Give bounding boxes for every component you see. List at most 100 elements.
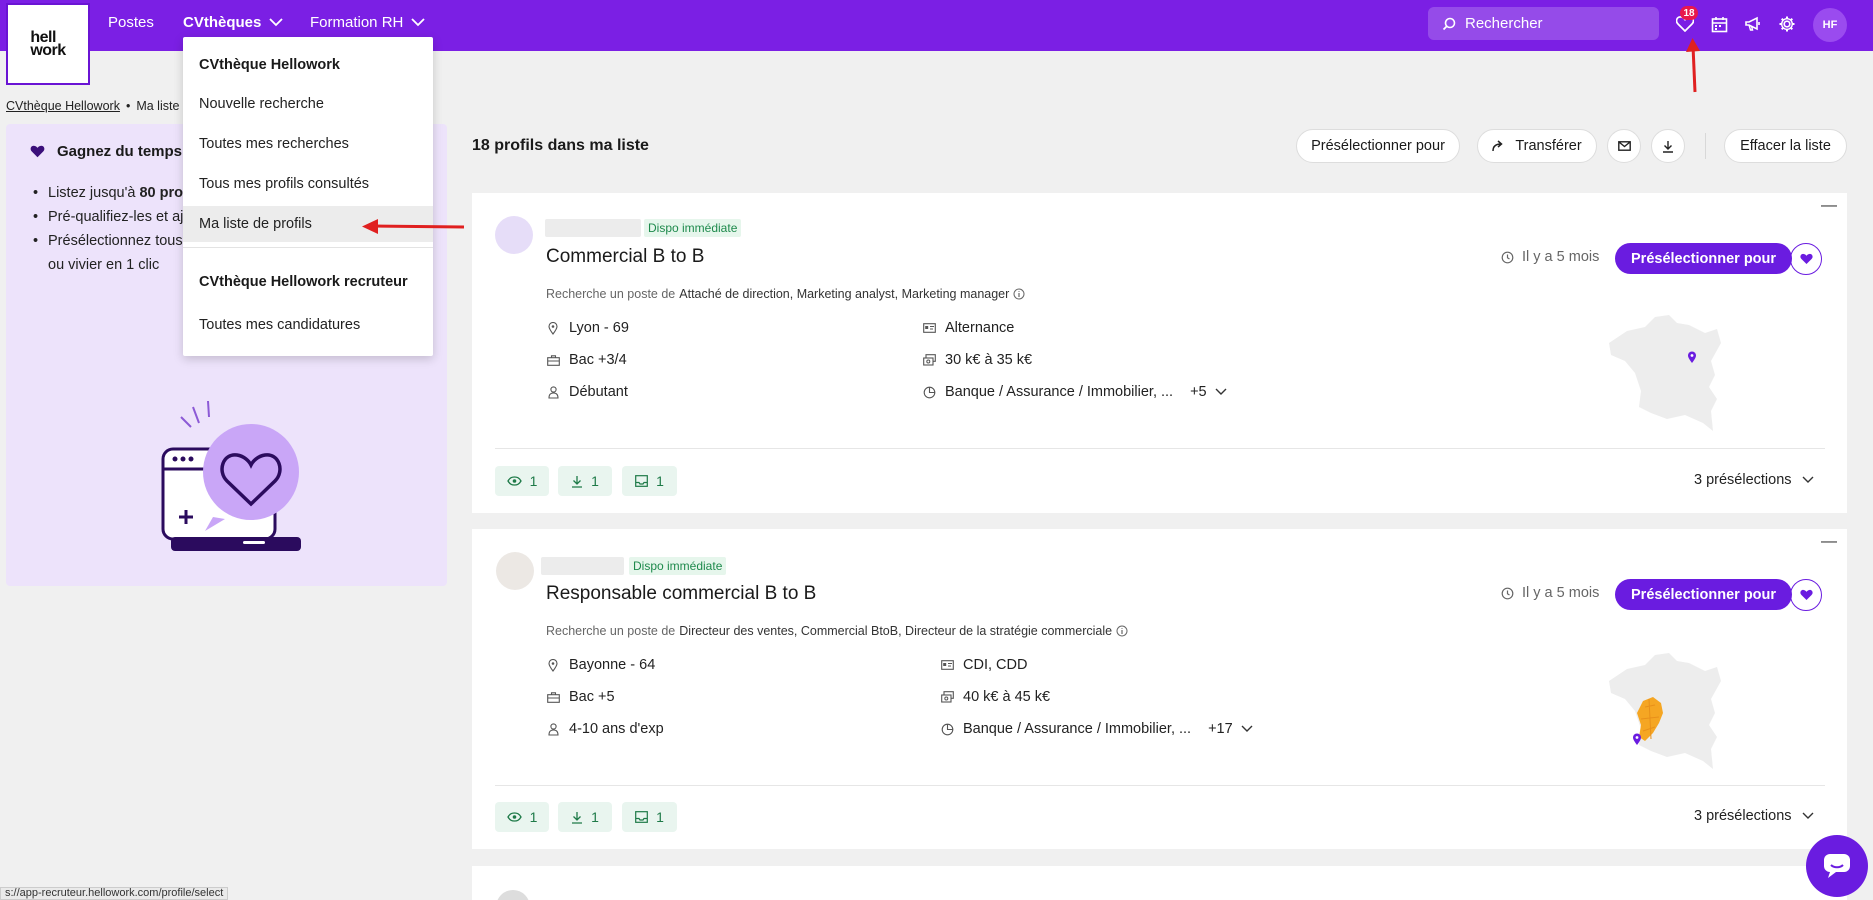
contract-attribute: CDI, CDD [940,657,1027,673]
calendar-button[interactable] [1707,12,1731,36]
profile-card[interactable]: — Dispo immédiate Commercial B to B Il y… [472,193,1847,513]
favorite-toggle-button[interactable] [1790,243,1822,275]
dropdown-section-title: CVthèque Hellowork recruteur [199,274,408,290]
announcements-button[interactable] [1741,12,1765,36]
profile-title[interactable]: Responsable commercial B to B [546,583,816,605]
messages-count: 1 [656,809,664,825]
envelope-icon [1617,141,1631,151]
nav-formation-rh[interactable]: Formation RH [310,14,425,31]
sector-text: Banque / Assurance / Immobilier, ... [945,384,1174,400]
menu-item-toutes-mes-candidatures[interactable]: Toutes mes candidatures [183,307,433,343]
preselect-button[interactable]: Présélectionner pour [1615,579,1793,610]
dropdown-section-title: CVthèque Hellowork [199,57,340,73]
clear-list-button[interactable]: Effacer la liste [1724,129,1847,163]
messages-stat[interactable]: 1 [622,466,677,496]
promo-bullet-text: Listez jusqu'à [48,185,140,201]
job-search-prefix: Recherche un poste de [546,287,676,301]
preselect-all-label: Présélectionner pour [1311,138,1445,154]
nav-cvtheques-label: CVthèques [183,14,262,31]
inbox-icon [635,811,648,823]
share-arrow-icon [1492,140,1503,152]
search-placeholder: Rechercher [1465,15,1543,32]
eye-icon [506,812,522,822]
downloads-stat[interactable]: 1 [558,466,612,496]
preselect-all-button[interactable]: Présélectionner pour [1296,129,1460,163]
profile-card[interactable]: — Dispo immédiate Responsable commercial… [472,529,1847,849]
search-input[interactable]: Rechercher [1428,7,1659,40]
cvtheques-dropdown-menu: CVthèque Hellowork Nouvelle recherche To… [183,37,433,356]
preselections-toggle[interactable]: 3 présélections [1694,472,1814,488]
promo-title: Gagnez du temps [30,143,182,160]
info-icon[interactable] [1116,625,1128,637]
user-avatar[interactable]: HF [1813,8,1847,42]
laptop-heart-illustration [161,400,301,551]
preselections-text: 3 présélections [1694,472,1792,488]
breadcrumb-root-link[interactable]: CVthèque Hellowork [6,99,120,113]
briefcase-icon [546,691,560,703]
chevron-down-icon [269,18,283,27]
france-map [1609,315,1721,431]
menu-divider [183,247,433,248]
money-icon [922,354,936,366]
annotation-arrow-left-icon [362,219,465,234]
heart-icon [1799,589,1813,601]
id-card-icon [922,323,936,333]
more-sectors-toggle[interactable]: +5 [1190,384,1227,400]
nav-postes[interactable]: Postes [108,14,154,31]
views-stat[interactable]: 1 [495,802,549,832]
collapse-card-button[interactable]: — [1821,533,1837,551]
chat-bubble-icon [1824,854,1850,878]
menu-item-toutes-mes-recherches[interactable]: Toutes mes recherches [183,126,433,162]
preselections-text: 3 présélections [1694,808,1792,824]
location-attribute: Bayonne - 64 [546,657,655,673]
breadcrumb-separator: • [125,99,131,113]
preselections-toggle[interactable]: 3 présélections [1694,808,1814,824]
favorite-toggle-button[interactable] [1790,579,1822,611]
hellowork-logo[interactable]: hell work [6,3,90,85]
info-icon[interactable] [1013,288,1025,300]
download-icon [1663,140,1673,153]
experience-attribute: 4-10 ans d'exp [546,721,664,737]
more-sectors-count: +5 [1190,384,1207,400]
nav-cvtheques[interactable]: CVthèques [183,14,283,31]
transfer-button[interactable]: Transférer [1477,129,1597,163]
profile-title[interactable]: Commercial B to B [546,246,704,268]
profile-card[interactable] [472,866,1847,900]
education-text: Bac +5 [569,689,615,705]
messages-stat[interactable]: 1 [622,802,677,832]
job-search-prefix: Recherche un poste de [546,624,676,638]
menu-item-nouvelle-recherche[interactable]: Nouvelle recherche [183,86,433,122]
views-stat[interactable]: 1 [495,466,549,496]
header-divider [1705,133,1706,159]
profile-avatar [496,890,530,900]
settings-button[interactable] [1775,12,1799,36]
chat-button[interactable] [1806,835,1868,897]
pie-chart-icon [941,723,953,735]
views-count: 1 [529,473,538,489]
profile-avatar [496,552,534,590]
money-icon [940,691,954,703]
map-pin-icon [548,321,558,335]
more-sectors-count: +17 [1208,721,1233,737]
preselect-button[interactable]: Présélectionner pour [1615,243,1793,274]
person-icon [547,385,559,399]
collapse-card-button[interactable]: — [1821,197,1837,215]
download-button[interactable] [1651,129,1685,163]
france-map [1609,653,1721,769]
salary-attribute: 30 k€ à 35 k€ [922,352,1032,368]
chevron-down-icon [1215,388,1227,395]
location-text: Lyon - 69 [569,320,629,336]
job-search-titles: Directeur des ventes, Commercial BtoB, D… [679,624,1113,638]
last-activity: Il y a 5 mois [1501,585,1599,601]
downloads-count: 1 [591,473,599,489]
downloads-stat[interactable]: 1 [558,802,612,832]
contract-text: Alternance [945,320,1015,336]
menu-item-profils-consultes[interactable]: Tous mes profils consultés [183,166,433,202]
education-attribute: Bac +3/4 [546,352,627,368]
more-sectors-toggle[interactable]: +17 [1208,721,1253,737]
email-button[interactable] [1607,129,1641,163]
clear-list-label: Effacer la liste [1740,138,1831,154]
card-divider [495,785,1825,786]
profile-avatar [495,216,533,254]
education-text: Bac +3/4 [569,352,627,368]
